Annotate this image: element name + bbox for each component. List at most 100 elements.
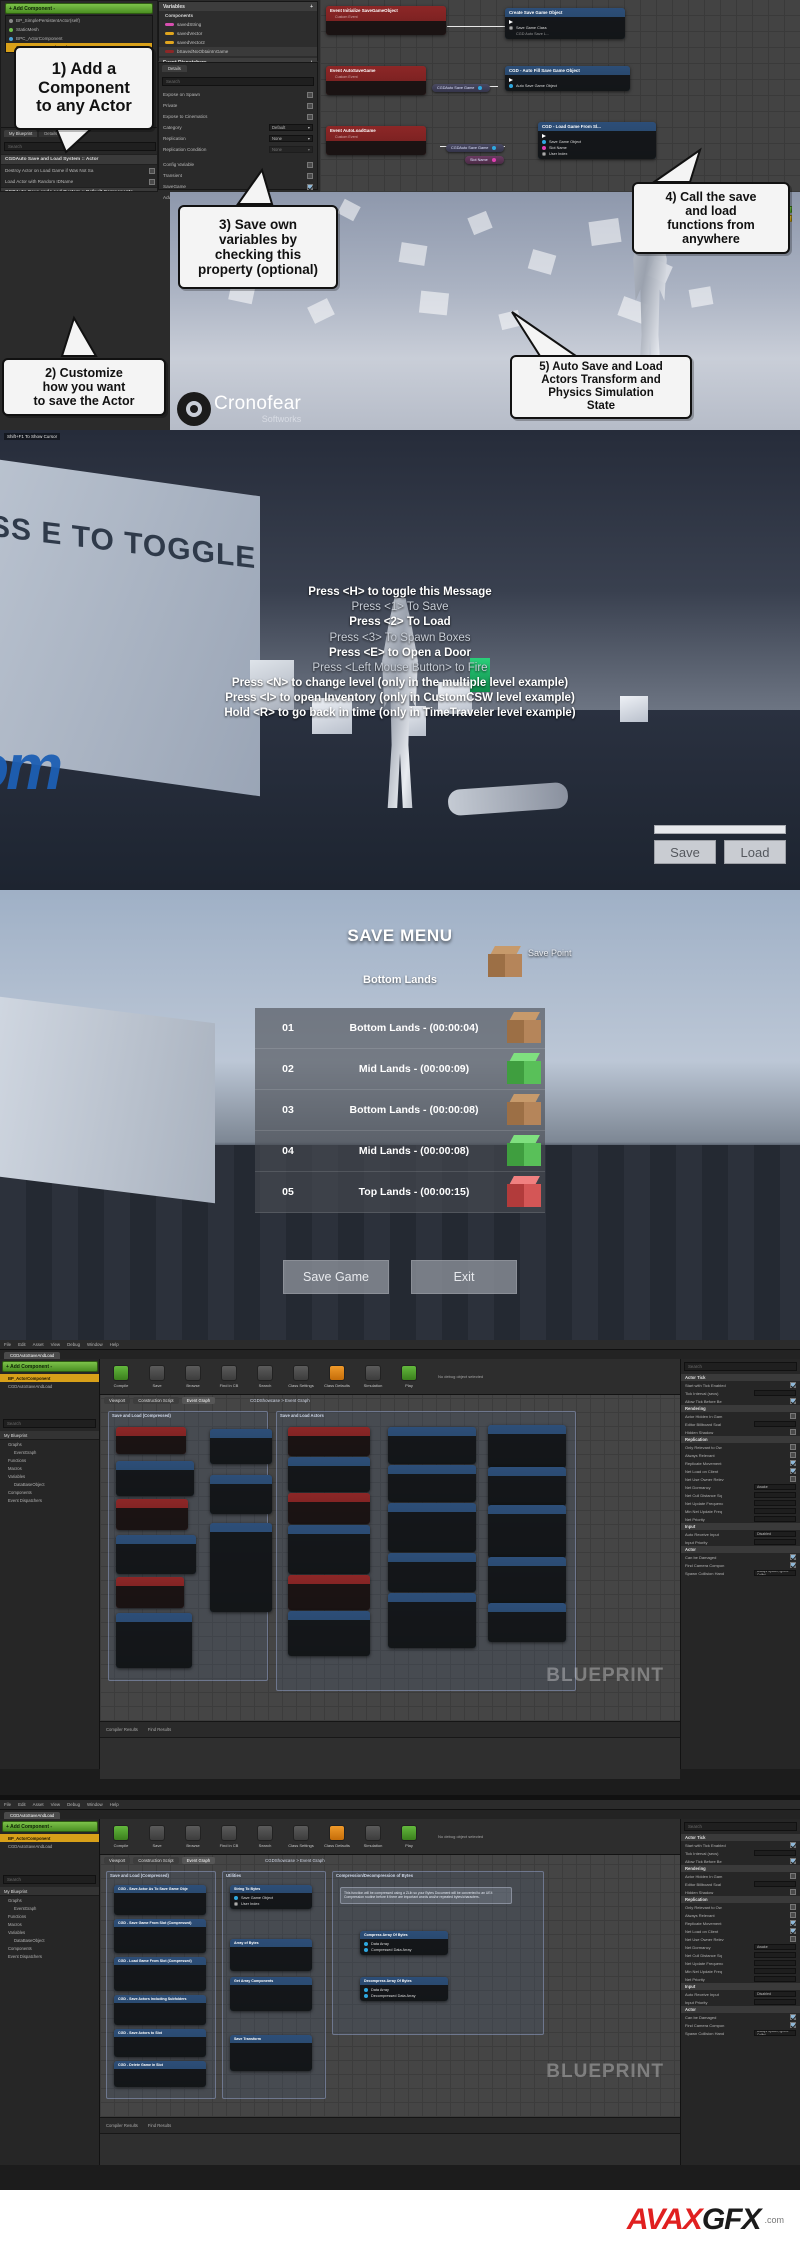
add-component-button[interactable]: + Add Component -	[2, 1361, 98, 1372]
select-input[interactable]: Disabled	[754, 1531, 796, 1537]
search-input[interactable]: Search	[4, 142, 156, 151]
checkbox[interactable]	[790, 1904, 796, 1910]
section-event-dispatchers[interactable]: Event Dispatchers	[0, 1496, 99, 1504]
graph-node[interactable]: Compress Array Of Bytes Data Array Compres…	[360, 1931, 448, 1955]
checkbox[interactable]	[307, 91, 313, 98]
checkbox[interactable]	[790, 1873, 796, 1879]
toolbar-play[interactable]: Play	[396, 1365, 422, 1388]
number-input[interactable]	[754, 1390, 796, 1396]
toolbar-class-defaults[interactable]: Class Defaults	[324, 1365, 350, 1388]
toolbar-class-settings[interactable]: Class Settings	[288, 1365, 314, 1388]
menu-bar[interactable]: File Edit Asset View Debug Window Help	[0, 1340, 800, 1350]
property-row[interactable]: Always Relevant	[681, 1451, 800, 1459]
promo-blueprint-graph[interactable]: Event Initialize SaveGameObject Custom E…	[320, 0, 800, 192]
toolbar-find-in-cb[interactable]: Find in CB	[216, 1365, 242, 1388]
property-row[interactable]: Find Camera Compon	[681, 2021, 800, 2029]
category-replication[interactable]: Replication	[681, 1436, 800, 1443]
tab-cgd-autosave[interactable]: CGDAutoSaveAndLoad	[4, 1352, 61, 1359]
property-row[interactable]: Actor Hidden In Gam	[681, 1872, 800, 1880]
property-row[interactable]: Spawn Collision Hand Always Spawn, Ignore…	[681, 2029, 800, 2037]
section-variables[interactable]: Variables	[0, 1472, 99, 1480]
property-row[interactable]: Spawn Collision Hand Always Spawn, Ignore…	[681, 1569, 800, 1577]
graph-node-event[interactable]: Event Initialize SaveGameObject Custom E…	[326, 6, 446, 35]
toolbar-browse[interactable]: Browse	[180, 1825, 206, 1848]
details-search-input[interactable]: Search	[684, 1822, 797, 1831]
property-row[interactable]: Hidden Shadow	[681, 1428, 800, 1436]
node-pin[interactable]: User Index	[542, 151, 652, 157]
category-actor-tick[interactable]: Actor Tick	[681, 1374, 800, 1381]
node-pin[interactable]: Auto Save Game Object	[509, 83, 626, 89]
graph-node[interactable]: CGD - Save Actors to Slot	[114, 2029, 206, 2057]
menu-help[interactable]: Help	[110, 1342, 119, 1347]
checkbox[interactable]	[149, 178, 155, 185]
checkbox[interactable]	[790, 1476, 796, 1482]
menu-debug[interactable]: Debug	[67, 1342, 80, 1347]
property-row[interactable]: Category Default ▾	[159, 122, 317, 133]
tab-event-graph[interactable]: Event Graph	[181, 1397, 216, 1404]
list-item[interactable]: BP_SimplePersistentActor(self)	[6, 16, 152, 25]
graph-node[interactable]: Save Transform	[230, 2035, 312, 2071]
graph-getter-node[interactable]: CGDAuto Save Game	[432, 84, 491, 92]
debug-filter-label[interactable]: No debug object selected	[438, 1374, 483, 1379]
graph-node[interactable]: Get Array Components	[230, 1977, 312, 2011]
toolbar-save[interactable]: Save	[144, 1825, 170, 1848]
number-input[interactable]	[754, 1968, 796, 1974]
graph-node[interactable]: CGD - Save Actor As To Save Game Obje	[114, 1885, 206, 1915]
menu-view[interactable]: View	[51, 1802, 60, 1807]
graph-node[interactable]: Decompress Array Of Bytes Data Array Decom…	[360, 1977, 448, 2001]
item-eventgraph[interactable]: EventGraph	[0, 1904, 99, 1912]
property-row[interactable]: Net Cull Distance Sq	[681, 1491, 800, 1499]
save-slot-row[interactable]: 03 Bottom Lands - (00:00:08)	[255, 1090, 545, 1131]
load-button[interactable]: Load	[724, 840, 786, 864]
property-row[interactable]: Replication None ▾	[159, 133, 317, 144]
graph-node[interactable]: Array of Bytes	[230, 1939, 312, 1971]
status-bar[interactable]: Compiler Results Find Results	[100, 1721, 680, 1737]
checkbox[interactable]	[790, 1562, 796, 1568]
sidebar-item-cgdautosaveandload[interactable]: CGDAutoSaveAndLoad	[0, 1842, 99, 1850]
status-bar[interactable]: Compiler Results Find Results	[100, 2117, 680, 2133]
variable-databaseobject[interactable]: DataBaseObject	[0, 1936, 99, 1944]
checkbox[interactable]	[790, 2014, 796, 2020]
property-row[interactable]: Destroy Actor on Load Game if Was Not Sa	[1, 165, 157, 176]
section-graphs[interactable]: Graphs	[0, 1440, 99, 1448]
sidebar-item-bp-actorcomponent[interactable]: BP_ActorComponent	[0, 1834, 99, 1842]
toolbar-find-in-cb[interactable]: Find in CB	[216, 1825, 242, 1848]
checkbox[interactable]	[307, 113, 313, 120]
property-row[interactable]: Auto Receive Input Disabled	[681, 1990, 800, 1998]
property-row[interactable]: Auto Receive Input Disabled	[681, 1530, 800, 1538]
graph-node[interactable]: CGD - Load Game From Slot (Compressed)	[114, 1957, 206, 1991]
property-row[interactable]: Net Cull Distance Sq	[681, 1951, 800, 1959]
menu-asset[interactable]: Asset	[33, 1342, 44, 1347]
section-my-blueprint[interactable]: My Blueprint	[0, 1431, 99, 1440]
property-row[interactable]: Net Load on Client	[681, 1467, 800, 1475]
property-row[interactable]: Net Priority	[681, 1515, 800, 1523]
save-slot-row[interactable]: 01 Bottom Lands - (00:00:04)	[255, 1008, 545, 1049]
toolbar-browse[interactable]: Browse	[180, 1365, 206, 1388]
save-slot-row[interactable]: 04 Mid Lands - (00:00:08)	[255, 1131, 545, 1172]
property-row[interactable]: Net Dormancy Awake	[681, 1943, 800, 1951]
variable-row[interactable]: savedString	[159, 20, 317, 29]
property-row-savegame[interactable]: SaveGame	[159, 181, 317, 192]
checkbox[interactable]	[790, 1554, 796, 1560]
category-select[interactable]: Default ▾	[269, 124, 313, 131]
menu-file[interactable]: File	[4, 1802, 11, 1807]
property-row[interactable]: Start with Tick Enabled	[681, 1381, 800, 1389]
number-input[interactable]	[754, 1850, 796, 1856]
number-input[interactable]	[754, 1516, 796, 1522]
tab-construction-script[interactable]: Construction Script	[133, 1397, 179, 1404]
section-my-blueprint[interactable]: My Blueprint	[0, 1887, 99, 1896]
property-row[interactable]: Replication Condition None ▾	[159, 144, 317, 155]
menu-bar[interactable]: File Edit Asset View Debug Window Help	[0, 1800, 800, 1810]
menu-window[interactable]: Window	[87, 1342, 103, 1347]
variable-row-selected[interactable]: bSavedNoObtainInGame	[159, 47, 317, 56]
list-item[interactable]: StaticMesh	[6, 25, 152, 34]
property-row[interactable]: Tick Interval (secs)	[681, 1389, 800, 1397]
property-row[interactable]: Net Update Frequenc	[681, 1959, 800, 1967]
checkbox[interactable]	[790, 1382, 796, 1388]
property-row[interactable]: Expose to Cinematics	[159, 111, 317, 122]
number-input[interactable]	[754, 1508, 796, 1514]
node-pin[interactable]: User Index	[234, 1901, 308, 1907]
checkbox[interactable]	[790, 2022, 796, 2028]
save-slot-list[interactable]: 01 Bottom Lands - (00:00:04) 02 Mid Land…	[255, 1008, 545, 1213]
menu-window[interactable]: Window	[87, 1802, 103, 1807]
